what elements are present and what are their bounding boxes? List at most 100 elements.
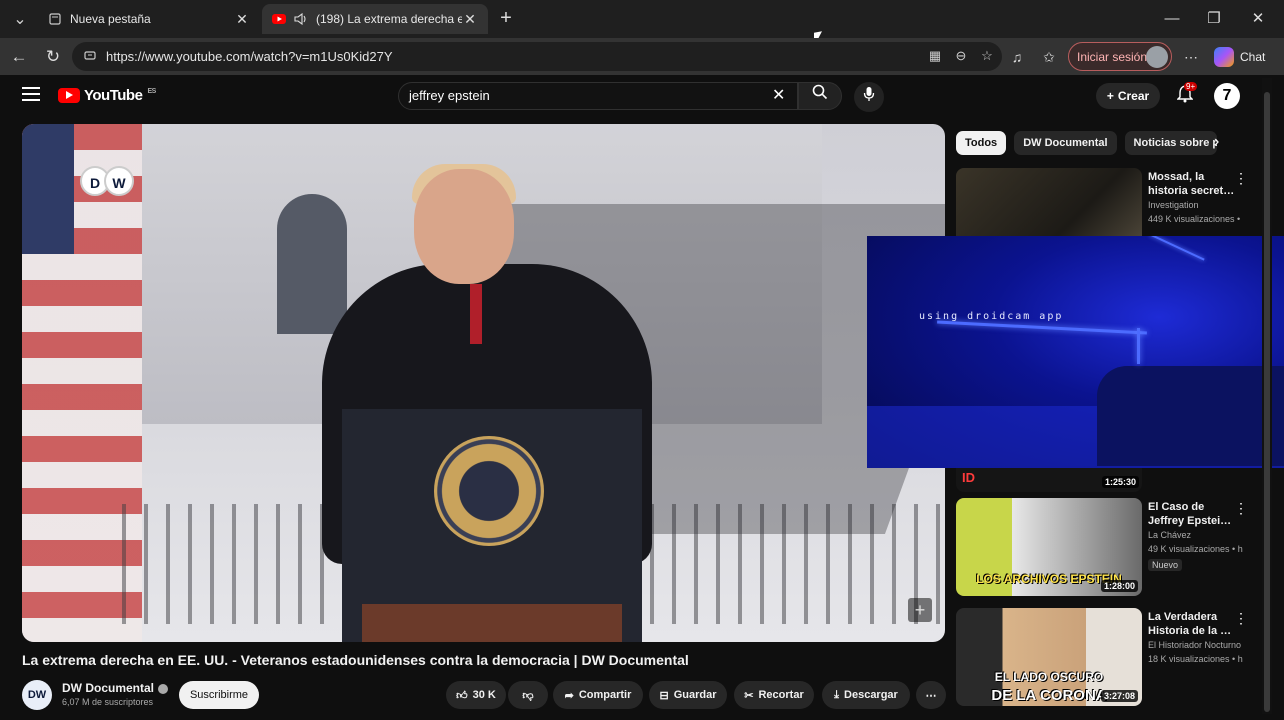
more-vert-icon[interactable]: ⋮ <box>1234 170 1248 187</box>
tab-list-chevron-icon[interactable]: ⌄ <box>6 5 34 33</box>
tab-close-icon[interactable]: ✕ <box>234 11 250 28</box>
verified-check-icon <box>158 683 169 694</box>
video-frame-tie <box>470 284 482 344</box>
video-thumbnail[interactable]: LOS ARCHIVOS EPSTEIN 1:28:00 <box>956 498 1142 596</box>
recommendation-item[interactable]: LOS ARCHIVOS EPSTEIN 1:28:00 El Caso de … <box>956 498 1248 598</box>
tab-title: (198) La extrema derecha en EE. UU. <box>316 12 462 26</box>
recommendation-title[interactable]: La Verdadera Historia de la … <box>1148 610 1236 638</box>
save-button[interactable]: ⊟ Guardar <box>649 681 727 709</box>
clear-search-icon[interactable]: ✕ <box>772 85 785 105</box>
like-button[interactable]: 👍︎ 30 K <box>446 681 506 709</box>
chip-dw-documental[interactable]: DW Documental <box>1014 131 1117 155</box>
favorite-star-icon[interactable]: ☆ <box>978 47 996 65</box>
overlay-led-strip <box>1137 328 1140 364</box>
channel-name[interactable]: DW Documental <box>62 681 169 695</box>
youtube-favicon-icon <box>272 12 286 26</box>
recommendation-channel: Investigation <box>1148 200 1199 210</box>
recommendation-title[interactable]: Mossad, la historia secret… <box>1148 170 1236 198</box>
overlay-caption: using droidcam app <box>919 311 1064 322</box>
account-avatar[interactable]: 7 <box>1214 83 1240 109</box>
duration-badge: 1:25:30 <box>1102 476 1140 488</box>
recommendation-title[interactable]: El Caso de Jeffrey Epstei… <box>1148 500 1236 528</box>
tab-youtube-video[interactable]: (198) La extrema derecha en EE. UU. ✕ <box>262 4 488 34</box>
recommendation-item[interactable]: EL LADO OSCURO DE LA CORONA 3:27:08 La V… <box>956 608 1248 708</box>
app-grid-icon[interactable]: ▦ <box>926 47 944 65</box>
thumbnail-text: ID <box>962 470 975 485</box>
more-actions-icon[interactable]: ⋯ <box>916 681 946 709</box>
search-button[interactable] <box>798 82 842 110</box>
back-arrow-icon[interactable]: ← <box>6 44 32 70</box>
browser-tab-bar: ⌄ Nueva pestaña ✕ (198) La extrema derec… <box>0 0 1284 38</box>
dislike-button[interactable]: 👎︎ <box>508 681 548 709</box>
menu-hamburger-icon[interactable] <box>22 87 40 103</box>
chip-noticias[interactable]: Noticias sobre po <box>1124 131 1217 155</box>
profile-avatar-icon <box>1146 46 1168 68</box>
more-menu-icon[interactable]: ⋯ <box>1180 46 1202 68</box>
scissors-icon: ✂ <box>744 689 754 702</box>
subscribe-button[interactable]: Suscribirme <box>179 681 259 709</box>
webcam-overlay: using droidcam app <box>867 236 1284 468</box>
voice-search-mic-icon[interactable] <box>854 82 884 112</box>
search-input[interactable]: jeffrey epstein <box>398 82 798 110</box>
youtube-logo[interactable]: YouTube ES <box>58 87 156 104</box>
page-scrollbar[interactable] <box>1262 78 1272 714</box>
close-window-icon[interactable]: ✕ <box>1236 6 1280 32</box>
tab-nueva-pestana[interactable]: Nueva pestaña ✕ <box>38 4 260 34</box>
download-label: Descargar <box>844 689 898 701</box>
signin-button[interactable]: Iniciar sesión <box>1068 42 1172 71</box>
more-vert-icon[interactable]: ⋮ <box>1234 500 1248 517</box>
notifications-bell-icon[interactable]: 9+ <box>1174 82 1198 107</box>
duration-badge: 3:27:08 <box>1100 690 1138 702</box>
notification-badge: 9+ <box>1184 82 1198 91</box>
site-info-icon[interactable] <box>84 49 98 64</box>
share-button[interactable]: ➦ Compartir <box>553 681 643 709</box>
overlay-led-strip <box>937 320 1147 335</box>
copilot-logo-icon <box>1214 46 1234 67</box>
signin-label: Iniciar sesión <box>1077 49 1148 64</box>
media-control-icon[interactable]: ♫ <box>1006 46 1028 68</box>
minimize-icon[interactable]: — <box>1150 6 1194 32</box>
plus-icon: + <box>1106 89 1114 103</box>
subscriber-count: 6,07 M de suscriptores <box>62 697 154 707</box>
recommendation-channel: La Chávez <box>1148 530 1192 540</box>
bookmark-icon: ⊟ <box>659 689 669 702</box>
video-frame-flag-canton <box>22 124 74 254</box>
video-frame-arch <box>277 194 347 334</box>
chip-todos[interactable]: Todos <box>956 131 1007 155</box>
video-frame-podium-base <box>362 604 622 642</box>
video-thumbnail[interactable]: EL LADO OSCURO DE LA CORONA 3:27:08 <box>956 608 1142 706</box>
url-field[interactable]: https://www.youtube.com/watch?v=m1Us0Kid… <box>72 42 1002 71</box>
recommendation-views: 49 K visualizaciones • h <box>1148 544 1243 554</box>
add-plus-icon[interactable]: + <box>908 598 932 622</box>
download-icon: ⤓ <box>834 688 840 701</box>
like-count: 30 K <box>472 689 496 701</box>
restore-icon[interactable]: ❐ <box>1192 6 1236 32</box>
scrollbar-thumb[interactable] <box>1264 92 1270 712</box>
reload-icon[interactable]: ↻ <box>40 44 66 70</box>
download-button[interactable]: ⤓ Descargar <box>822 681 910 709</box>
create-button[interactable]: + Crear <box>1096 83 1160 109</box>
url-icons: ▦ ⊖ ☆ <box>926 47 996 65</box>
video-player[interactable]: D W + <box>22 124 945 642</box>
duration-badge: 1:28:00 <box>1100 580 1138 592</box>
copilot-chat-button[interactable]: Chat <box>1210 42 1276 71</box>
dw-logo-letter: W <box>104 166 134 196</box>
thumbnail-text: EL LADO OSCURO <box>994 670 1104 684</box>
chevron-right-icon[interactable]: › <box>1214 133 1219 151</box>
page-icon <box>48 12 62 26</box>
presidential-seal-icon <box>434 436 544 546</box>
create-label: Crear <box>1117 89 1150 103</box>
more-vert-icon[interactable]: ⋮ <box>1234 610 1248 627</box>
overlay-led-strip <box>1149 236 1205 261</box>
new-tab-plus-icon[interactable]: + <box>494 7 518 31</box>
favorites-icon[interactable]: ✩ <box>1038 46 1060 68</box>
youtube-header: YouTube ES jeffrey epstein ✕ + Crear 9+ … <box>0 75 1260 119</box>
channel-avatar[interactable]: DW <box>22 680 52 710</box>
youtube-play-icon <box>58 88 80 103</box>
share-label: Compartir <box>578 689 632 701</box>
tab-close-icon[interactable]: ✕ <box>462 11 478 28</box>
speaker-icon[interactable] <box>294 12 308 26</box>
zoom-icon[interactable]: ⊖ <box>952 47 970 65</box>
address-bar-row: ← ↻ https://www.youtube.com/watch?v=m1Us… <box>0 38 1284 75</box>
clip-button[interactable]: ✂ Recortar <box>734 681 814 709</box>
